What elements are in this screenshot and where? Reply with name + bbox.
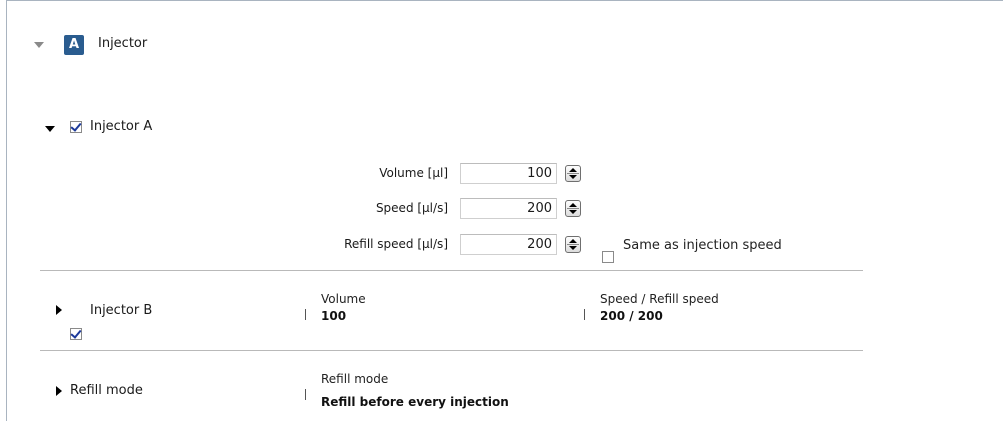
injector-b-speed-label: Speed / Refill speed [600, 292, 719, 306]
separator-bar [584, 309, 585, 320]
spin-up-icon[interactable] [569, 203, 577, 207]
spin-up-icon[interactable] [569, 168, 577, 172]
expand-injector-a-icon[interactable] [45, 126, 55, 132]
injector-b-volume-label: Volume [321, 292, 366, 306]
divider [40, 270, 863, 271]
spin-up-icon[interactable] [569, 239, 577, 243]
refill-mode-value: Refill before every injection [321, 395, 509, 409]
spin-down-icon[interactable] [569, 246, 577, 250]
injector-a-label: Injector A [90, 119, 153, 134]
same-as-injection-speed-checkbox[interactable] [602, 251, 614, 263]
section-badge: A [64, 35, 84, 55]
expand-injector-b-icon[interactable] [56, 305, 62, 315]
refill-speed-label: Refill speed [µl/s] [344, 237, 448, 251]
speed-input[interactable]: 200 [460, 198, 557, 219]
speed-spinner[interactable] [565, 200, 581, 217]
spin-down-icon[interactable] [569, 210, 577, 214]
expand-refill-mode-icon[interactable] [56, 386, 62, 396]
refill-speed-spinner[interactable] [565, 236, 581, 253]
refill-mode-section-label: Refill mode [70, 383, 143, 398]
injector-b-speed-value: 200 / 200 [600, 309, 663, 323]
injector-b-checkbox[interactable] [70, 328, 82, 340]
refill-mode-label: Refill mode [321, 372, 389, 386]
volume-input[interactable]: 100 [460, 163, 557, 184]
separator-bar [305, 309, 306, 320]
separator-bar [305, 389, 306, 400]
injector-b-label: Injector B [90, 303, 153, 318]
collapse-section-icon[interactable] [34, 42, 44, 48]
same-as-injection-speed-label: Same as injection speed [623, 238, 782, 253]
section-title: Injector [98, 36, 148, 51]
spin-down-icon[interactable] [569, 175, 577, 179]
volume-spinner[interactable] [565, 165, 581, 182]
injector-b-volume-value: 100 [321, 309, 347, 323]
volume-label: Volume [µl] [379, 166, 448, 180]
divider [40, 350, 863, 351]
speed-label: Speed [µl/s] [375, 201, 448, 215]
injector-a-checkbox[interactable] [70, 121, 82, 133]
refill-speed-input[interactable]: 200 [460, 234, 557, 255]
